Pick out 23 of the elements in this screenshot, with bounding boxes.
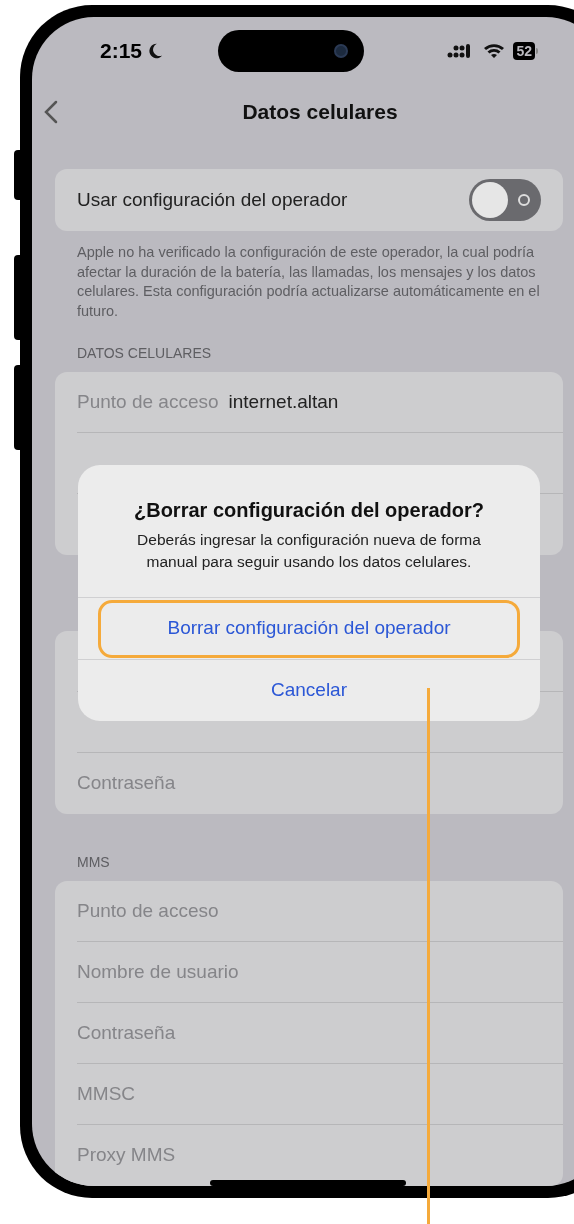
- toggle-label: Usar configuración del operador: [77, 187, 348, 212]
- dialog-button[interactable]: Borrar configuración del operador: [98, 599, 520, 658]
- row-label: Contraseña: [77, 771, 176, 796]
- toggle-switch[interactable]: [469, 179, 541, 221]
- row-label: Contraseña: [77, 1020, 176, 1045]
- screen-title: Datos celulares: [242, 99, 398, 126]
- footer-note: Apple no ha verificado la configuración de este operador, la cual podría afectar la duración de la batería, las llamadas, los mensajes y los datos celulares. Esta configuración podría actualizarse automáticamente en el futuro.: [76, 243, 541, 321]
- wifi-icon: [483, 43, 506, 59]
- section-header: DATOS CELULARES: [76, 344, 213, 363]
- row-label: Punto de acceso: [77, 898, 219, 923]
- back-icon[interactable]: [44, 100, 58, 124]
- status-time: 2:15: [100, 38, 143, 65]
- dialog-message: Deberás ingresar la configuración nueva de forma manual para seguir usando los datos celulares.: [136, 530, 482, 572]
- row-label: Punto de acceso: [77, 389, 219, 414]
- dialog-button[interactable]: Cancelar: [98, 661, 520, 720]
- row-label: Nombre de usuario: [77, 959, 239, 984]
- row-label: MMSC: [77, 1081, 136, 1106]
- dialog-title: ¿Borrar configuración del operador?: [133, 498, 484, 523]
- battery-level: 52: [513, 42, 535, 60]
- section-header: MMS: [76, 853, 111, 872]
- row-label: Proxy MMS: [77, 1143, 176, 1168]
- camera-icon: [334, 44, 349, 58]
- field-value[interactable]: internet.altan: [228, 387, 339, 417]
